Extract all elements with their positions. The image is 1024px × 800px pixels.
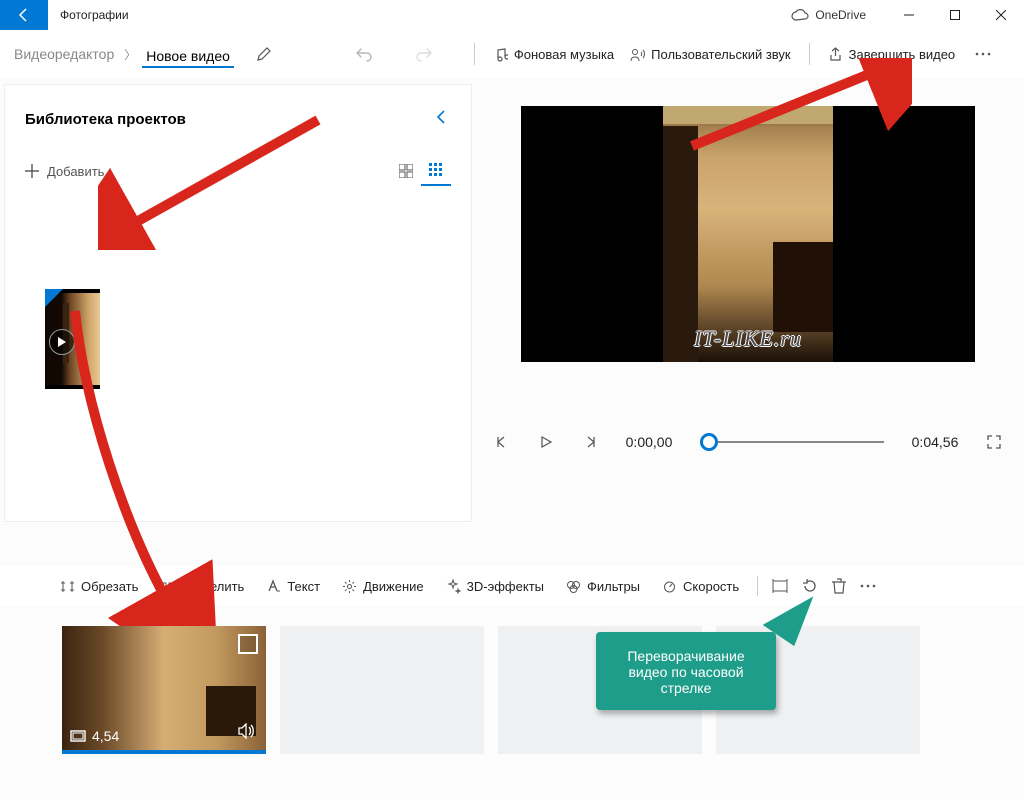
next-frame-button[interactable] (578, 430, 602, 454)
play-overlay-icon (49, 329, 75, 355)
custom-audio-button[interactable]: Пользовательский звук (622, 34, 798, 74)
selected-corner-icon (45, 289, 63, 307)
text-button[interactable]: Текст (256, 570, 330, 602)
fullscreen-button[interactable] (982, 430, 1006, 454)
play-button[interactable] (534, 430, 558, 454)
main-toolbar: Видеоредактор 〉 Новое видео Фоновая музы… (0, 30, 1024, 78)
clip-checkbox[interactable] (238, 634, 258, 654)
window-close-button[interactable] (978, 0, 1024, 30)
trim-button[interactable]: Обрезать (50, 570, 148, 602)
main-area: Библиотека проектов Добавить IT-LI (0, 78, 1024, 558)
library-title: Библиотека проектов (25, 111, 431, 128)
breadcrumb-current[interactable]: Новое видео (142, 44, 234, 68)
finish-video-button[interactable]: Завершить видео (820, 34, 964, 74)
text-icon (266, 579, 281, 594)
player-controls: 0:00,00 0:04,56 (472, 430, 1024, 454)
seek-slider[interactable] (700, 441, 884, 443)
time-total: 0:04,56 (908, 434, 962, 450)
filter-icon (566, 579, 581, 594)
video-preview-panel: IT-LIKE.ru 0:00,00 0:04,56 (472, 78, 1024, 558)
split-icon (160, 579, 175, 594)
window-minimize-button[interactable] (886, 0, 932, 30)
window-maximize-button[interactable] (932, 0, 978, 30)
speed-button[interactable]: Скорость (652, 570, 749, 602)
plus-icon (25, 164, 39, 178)
clip-edit-toolbar: Обрезать Разделить Текст Движение 3D-эфф… (0, 566, 1024, 606)
watermark-text: IT-LIKE.ru (694, 326, 802, 352)
person-sound-icon (630, 47, 645, 62)
library-collapse-button[interactable] (431, 105, 451, 134)
cloud-icon (791, 9, 809, 21)
delete-button[interactable] (826, 570, 852, 602)
storyboard-empty-slot[interactable] (280, 626, 484, 754)
trim-icon (60, 579, 75, 594)
storyboard-clip[interactable]: 4,54 (62, 626, 266, 754)
duration-icon (70, 730, 86, 742)
filters-button[interactable]: Фильтры (556, 570, 650, 602)
view-large-button[interactable] (391, 156, 421, 186)
app-title: Фотографии (48, 8, 129, 22)
library-clip-thumbnail[interactable] (45, 289, 100, 389)
clip-duration: 4,54 (92, 728, 119, 744)
split-button[interactable]: Разделить (150, 570, 254, 602)
storyboard-timeline: 4,54 (0, 606, 1024, 754)
edit-icon[interactable] (244, 34, 284, 74)
clip-volume-icon[interactable] (238, 723, 256, 744)
onedrive-status[interactable]: OneDrive (791, 8, 866, 22)
more-button[interactable] (963, 34, 1003, 74)
view-small-button[interactable] (421, 156, 451, 186)
add-media-button[interactable]: Добавить (25, 164, 104, 179)
more-edit-button[interactable] (854, 570, 882, 602)
project-library-panel: Библиотека проектов Добавить (4, 84, 472, 522)
title-bar: Фотографии OneDrive (0, 0, 1024, 30)
redo-button[interactable] (404, 34, 444, 74)
background-music-button[interactable]: Фоновая музыка (485, 34, 622, 74)
prev-frame-button[interactable] (490, 430, 514, 454)
chevron-right-icon: 〉 (118, 46, 142, 63)
undo-button[interactable] (344, 34, 384, 74)
share-icon (828, 47, 843, 62)
breadcrumb-root[interactable]: Видеоредактор (10, 42, 118, 66)
music-icon (493, 47, 508, 62)
seek-knob[interactable] (700, 433, 718, 451)
motion-button[interactable]: Движение (332, 570, 434, 602)
time-current: 0:00,00 (622, 434, 676, 450)
3d-effects-button[interactable]: 3D-эффекты (436, 570, 554, 602)
video-frame (663, 106, 833, 362)
video-preview[interactable]: IT-LIKE.ru (521, 106, 975, 362)
speed-icon (662, 579, 677, 594)
motion-icon (342, 579, 357, 594)
sparkle-icon (446, 579, 461, 594)
annotation-callout: Переворачивание видео по часовой стрелке (596, 632, 776, 710)
back-button[interactable] (0, 0, 48, 30)
